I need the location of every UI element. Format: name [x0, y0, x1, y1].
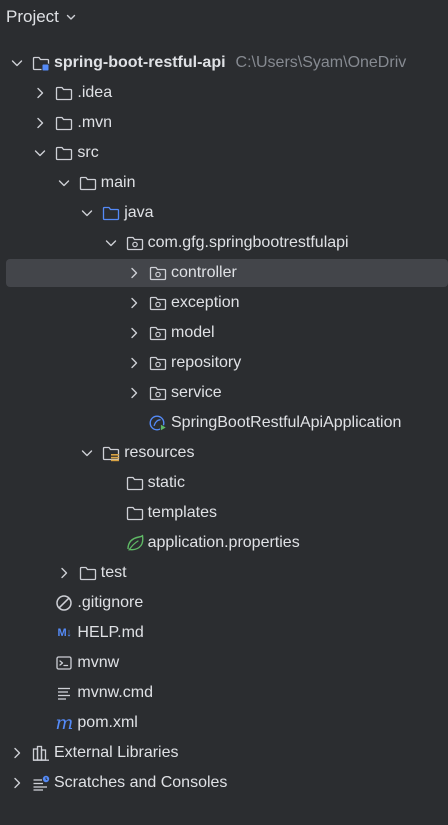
tree-node-label: mvnw	[77, 654, 120, 671]
tree-node-gitignore[interactable]: .gitignore	[0, 588, 448, 618]
tree-node-external-libraries[interactable]: External Libraries	[0, 738, 448, 768]
tree-node-label: model	[171, 324, 215, 341]
markdown-icon: M↓	[54, 623, 74, 643]
package-icon	[148, 293, 168, 313]
spring-boot-app-icon	[148, 413, 168, 433]
folder-icon	[125, 473, 145, 493]
tree-node-label: .idea	[77, 84, 113, 101]
folder-icon	[54, 113, 74, 133]
chevron-down-icon[interactable]	[103, 235, 119, 251]
folder-icon	[78, 563, 98, 583]
chevron-right-icon[interactable]	[126, 355, 142, 371]
tree-node-controller[interactable]: controller	[0, 258, 448, 288]
maven-icon: m	[54, 712, 74, 734]
tree-node-service[interactable]: service	[0, 378, 448, 408]
tree-node-label: mvnw.cmd	[77, 684, 153, 701]
tree-node-label: .mvn	[77, 114, 113, 131]
tree-node-label: java	[124, 204, 154, 221]
tree-node-src[interactable]: src	[0, 138, 448, 168]
tree-node-scratches-and-consoles[interactable]: Scratches and Consoles	[0, 768, 448, 798]
gitignore-icon	[54, 593, 74, 613]
tree-node-pom-xml[interactable]: m pom.xml	[0, 708, 448, 738]
tree-node-application-properties[interactable]: application.properties	[0, 528, 448, 558]
tree-node-java[interactable]: java	[0, 198, 448, 228]
chevron-right-icon[interactable]	[9, 745, 25, 761]
chevron-down-icon[interactable]	[32, 145, 48, 161]
resources-folder-icon	[101, 443, 121, 463]
chevron-down-icon	[65, 11, 77, 23]
source-folder-icon	[101, 203, 121, 223]
text-file-icon	[54, 683, 74, 703]
tree-node-label: resources	[124, 444, 195, 461]
folder-icon	[78, 173, 98, 193]
tree-node-label: repository	[171, 354, 242, 371]
tree-node-label: com.gfg.springbootrestfulapi	[147, 234, 349, 251]
tree-node-static[interactable]: static	[0, 468, 448, 498]
chevron-right-icon[interactable]	[32, 115, 48, 131]
tree-node-label: src	[77, 144, 99, 161]
tree-node-label: Scratches and Consoles	[54, 774, 228, 791]
chevron-down-icon[interactable]	[9, 55, 25, 71]
tree-node-model[interactable]: model	[0, 318, 448, 348]
folder-icon	[125, 503, 145, 523]
tree-node-label: HELP.md	[77, 624, 144, 641]
tree-node-label: test	[100, 564, 127, 581]
tree-node-com-gfg-springbootrestfulapi[interactable]: com.gfg.springbootrestfulapi	[0, 228, 448, 258]
tree-node-mvnw-cmd[interactable]: mvnw.cmd	[0, 678, 448, 708]
folder-icon	[54, 143, 74, 163]
project-tree[interactable]: spring-boot-restful-api C:\Users\Syam\One…	[0, 48, 448, 798]
tree-node-label: pom.xml	[77, 714, 138, 731]
tree-node-label: .gitignore	[77, 594, 144, 611]
libraries-icon	[31, 743, 51, 763]
tree-node-label: exception	[171, 294, 240, 311]
package-icon	[148, 353, 168, 373]
chevron-right-icon[interactable]	[126, 325, 142, 341]
chevron-right-icon[interactable]	[32, 85, 48, 101]
tree-node-label: application.properties	[147, 534, 300, 551]
markdown-icon-text: M↓	[57, 627, 72, 639]
chevron-right-icon[interactable]	[126, 385, 142, 401]
chevron-down-icon[interactable]	[79, 445, 95, 461]
chevron-down-icon[interactable]	[56, 175, 72, 191]
spring-properties-icon	[125, 533, 145, 553]
chevron-right-icon[interactable]	[126, 295, 142, 311]
package-icon	[148, 383, 168, 403]
tree-node-label: main	[100, 174, 136, 191]
tree-node-help-md[interactable]: M↓ HELP.md	[0, 618, 448, 648]
tree-node-exception[interactable]: exception	[0, 288, 448, 318]
tree-node-resources[interactable]: resources	[0, 438, 448, 468]
tree-node-mvn[interactable]: .mvn	[0, 108, 448, 138]
tree-node-spring-boot-restful-api[interactable]: spring-boot-restful-api C:\Users\Syam\One…	[0, 48, 448, 78]
tree-node-label: spring-boot-restful-api	[54, 54, 226, 71]
chevron-right-icon[interactable]	[126, 265, 142, 281]
tree-node-templates[interactable]: templates	[0, 498, 448, 528]
project-title: Project	[6, 7, 59, 26]
tree-node-idea[interactable]: .idea	[0, 78, 448, 108]
tree-node-label: templates	[147, 504, 217, 521]
chevron-down-icon[interactable]	[79, 205, 95, 221]
tree-node-main[interactable]: main	[0, 168, 448, 198]
scratches-icon	[31, 773, 51, 793]
tree-node-label: SpringBootRestfulApiApplication	[171, 414, 402, 431]
project-view-selector[interactable]: Project	[6, 5, 77, 29]
maven-icon-text: m	[55, 712, 74, 734]
tree-node-label: service	[171, 384, 222, 401]
chevron-right-icon[interactable]	[9, 775, 25, 791]
tree-node-test[interactable]: test	[0, 558, 448, 588]
tree-node-springbootrestfulapiapplication[interactable]: SpringBootRestfulApiApplication	[0, 408, 448, 438]
tree-node-label: External Libraries	[54, 744, 179, 761]
tree-node-label: static	[147, 474, 185, 491]
folder-icon	[54, 83, 74, 103]
package-icon	[148, 323, 168, 343]
tree-node-repository[interactable]: repository	[0, 348, 448, 378]
project-path: C:\Users\Syam\OneDriv	[235, 54, 407, 71]
package-icon	[148, 263, 168, 283]
chevron-right-icon[interactable]	[56, 565, 72, 581]
tree-node-label: controller	[171, 264, 237, 281]
tree-node-mvnw[interactable]: mvnw	[0, 648, 448, 678]
package-icon	[125, 233, 145, 253]
module-folder-icon	[31, 53, 51, 73]
project-tool-window: Project spring-boot-restful-api C:\Users\…	[0, 0, 448, 825]
shell-script-icon	[54, 653, 74, 673]
